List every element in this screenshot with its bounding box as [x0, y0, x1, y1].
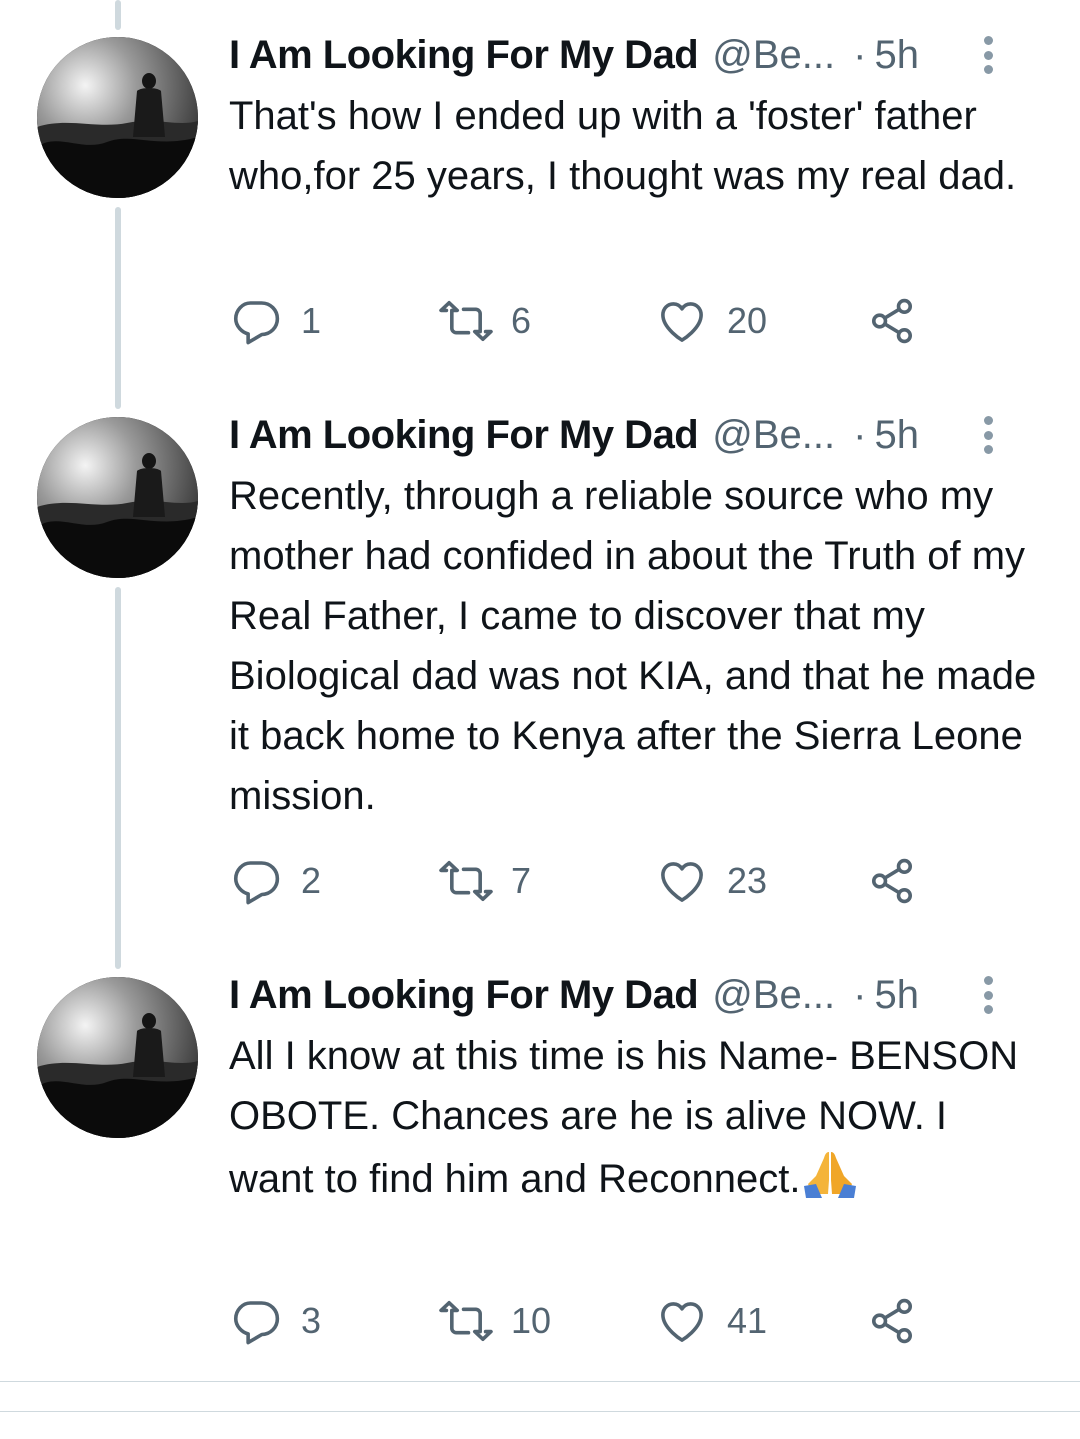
separator-dot: · [853, 973, 867, 1017]
retweet-button[interactable]: 7 [439, 856, 531, 906]
tweet-header: I Am Looking For My Dad @Be... · 5h [229, 970, 1040, 1020]
tweet-text-content: That's how I ended up with a 'foster' fa… [229, 94, 1017, 198]
user-handle[interactable]: @Be... [712, 30, 835, 80]
tweet-text: Recently, through a reliable source who … [229, 466, 1039, 826]
timestamp[interactable]: 5h [874, 410, 919, 460]
heart-icon [661, 1302, 703, 1342]
tweet-actions: 3 10 41 [229, 1296, 949, 1346]
user-handle[interactable]: @Be... [712, 410, 835, 460]
retweet-icon [439, 300, 493, 342]
avatar[interactable] [37, 37, 198, 198]
divider [0, 1381, 1080, 1382]
folded-hands-emoji-icon [802, 1146, 858, 1215]
retweet-icon [439, 1300, 493, 1342]
timestamp[interactable]: 5h [874, 30, 919, 80]
divider [0, 1411, 1080, 1412]
reply-button[interactable]: 1 [229, 296, 321, 346]
reply-icon [233, 301, 280, 345]
reply-button[interactable]: 2 [229, 856, 321, 906]
reply-button[interactable]: 3 [229, 1296, 321, 1346]
separator-dot: · [853, 33, 867, 77]
avatar[interactable] [37, 417, 198, 578]
tweet-text: That's how I ended up with a 'foster' fa… [229, 86, 1039, 206]
like-count: 20 [727, 300, 768, 341]
tweet-header: I Am Looking For My Dad @Be... · 5h [229, 30, 1040, 80]
user-handle[interactable]: @Be... [712, 970, 835, 1020]
retweet-count: 10 [511, 1300, 552, 1341]
separator-dot: · [853, 413, 867, 457]
timestamp[interactable]: 5h [874, 970, 919, 1020]
like-count: 23 [727, 860, 768, 901]
like-button[interactable]: 23 [655, 856, 767, 906]
share-button[interactable] [865, 856, 919, 906]
tweet-text-content: Recently, through a reliable source who … [229, 474, 1037, 818]
share-button[interactable] [865, 1296, 919, 1346]
tweet-actions: 2 7 23 [229, 856, 949, 906]
heart-icon [661, 302, 703, 342]
profile-photo-icon [37, 417, 198, 578]
like-button[interactable]: 41 [655, 1296, 767, 1346]
retweet-count: 6 [511, 300, 532, 341]
heart-icon [661, 862, 703, 902]
more-options-icon[interactable] [976, 412, 1000, 458]
retweet-count: 7 [511, 860, 532, 901]
profile-photo-icon [37, 37, 198, 198]
profile-photo-icon [37, 977, 198, 1138]
reply-count: 3 [301, 1300, 322, 1341]
reply-count: 2 [301, 860, 322, 901]
retweet-button[interactable]: 6 [439, 296, 531, 346]
tweet-header: I Am Looking For My Dad @Be... · 5h [229, 410, 1040, 460]
share-icon [871, 858, 913, 904]
like-button[interactable]: 20 [655, 296, 767, 346]
share-icon [871, 298, 913, 344]
display-name[interactable]: I Am Looking For My Dad [229, 970, 699, 1020]
reply-count: 1 [301, 300, 322, 341]
more-options-icon[interactable] [976, 32, 1000, 78]
thread-line [115, 207, 121, 409]
thread-line [115, 587, 121, 969]
share-button[interactable] [865, 296, 919, 346]
retweet-icon [439, 860, 493, 902]
thread-line [115, 0, 121, 30]
share-icon [871, 1298, 913, 1344]
like-count: 41 [727, 1300, 768, 1341]
tweet-text: All I know at this time is his Name- BEN… [229, 1026, 1039, 1215]
more-options-icon[interactable] [976, 972, 1000, 1018]
tweet-text-content: All I know at this time is his Name- BEN… [229, 1034, 1019, 1201]
avatar[interactable] [37, 977, 198, 1138]
tweet-actions: 1 6 20 [229, 296, 949, 346]
reply-icon [233, 861, 280, 905]
reply-icon [233, 1301, 280, 1345]
retweet-button[interactable]: 10 [439, 1296, 551, 1346]
display-name[interactable]: I Am Looking For My Dad [229, 30, 699, 80]
display-name[interactable]: I Am Looking For My Dad [229, 410, 699, 460]
